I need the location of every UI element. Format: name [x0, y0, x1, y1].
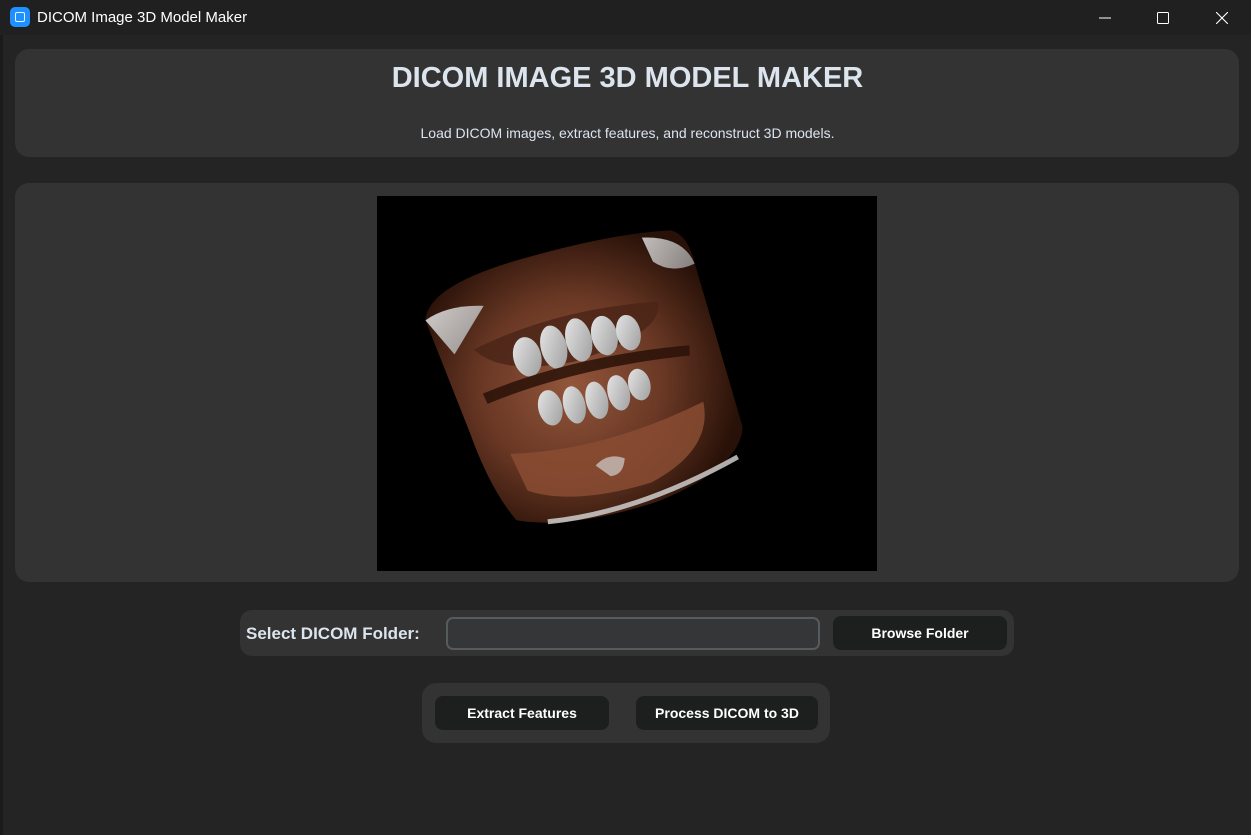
ct-rendering: [425, 230, 743, 525]
title-bar: DICOM Image 3D Model Maker: [0, 0, 1251, 35]
folder-path-input[interactable]: [446, 617, 820, 650]
close-button[interactable]: [1193, 0, 1251, 35]
minimize-icon: [1099, 17, 1111, 18]
app-icon: [10, 7, 30, 27]
model-preview-image: [377, 196, 877, 571]
extract-features-button[interactable]: Extract Features: [435, 696, 609, 730]
close-icon: [1216, 11, 1228, 24]
browse-folder-button[interactable]: Browse Folder: [833, 616, 1007, 650]
window-title: DICOM Image 3D Model Maker: [37, 9, 248, 26]
window-edge: [0, 35, 3, 835]
page-subtitle: Load DICOM images, extract features, and…: [420, 125, 835, 141]
folder-label: Select DICOM Folder:: [246, 624, 420, 643]
process-dicom-button[interactable]: Process DICOM to 3D: [636, 696, 818, 730]
minimize-button[interactable]: [1076, 0, 1134, 35]
page-title: DICOM IMAGE 3D MODEL MAKER: [391, 62, 864, 94]
maximize-button[interactable]: [1134, 0, 1192, 35]
maximize-icon: [1157, 11, 1169, 24]
